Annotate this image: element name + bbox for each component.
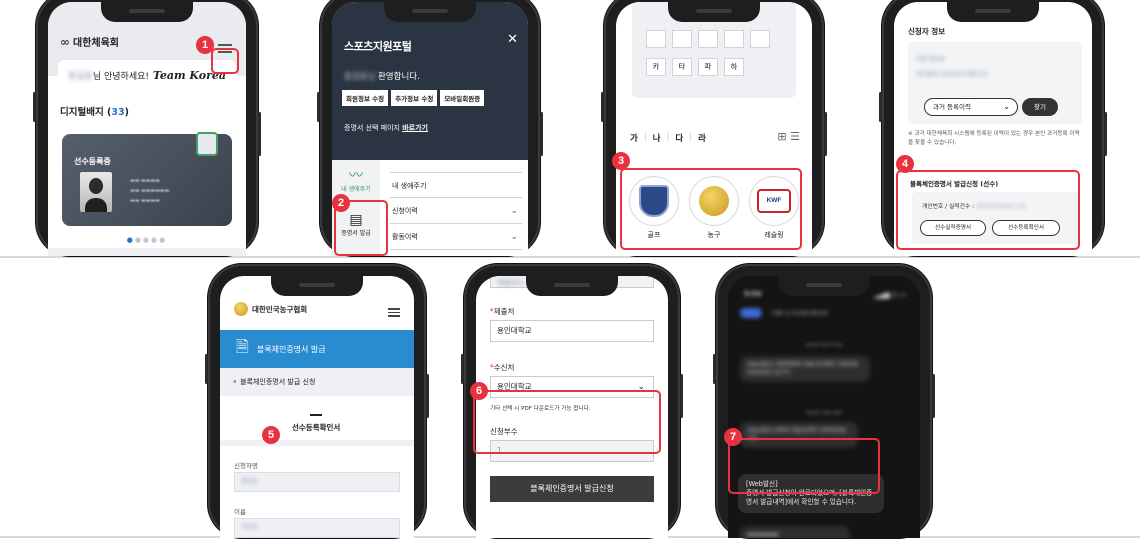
athlete-photo <box>80 172 112 212</box>
key[interactable] <box>750 30 770 48</box>
submit-to-field[interactable]: 용인대학교 <box>490 320 654 342</box>
certificate-icon: 🗎 <box>236 336 249 356</box>
menu-panel: 스포츠지원포털 ✕ 홍길동님 환영합니다. 회원정보 수정 추가정보 수정 모바… <box>332 2 528 160</box>
lifecycle-icon: 〰 <box>349 168 363 184</box>
step-badge-7: 7 <box>724 428 742 446</box>
alphabet-tabs: 가 | 나 | 다 | 라 <box>630 132 706 144</box>
chevron-down-icon: ⌄ <box>1003 102 1010 111</box>
key-pa[interactable]: 파 <box>698 58 718 76</box>
page-banner: 🗎 블록체인증명서 발급 <box>220 330 414 368</box>
step-badge-2: 2 <box>332 194 350 212</box>
tab-ra[interactable]: 라 <box>698 132 706 144</box>
highlight-sms <box>728 438 880 494</box>
badge-emblem-icon <box>196 132 218 156</box>
rings-icon: ∞ <box>60 34 70 49</box>
edit-extra-button[interactable]: 추가정보 수정 <box>391 90 438 106</box>
org-logo: ∞ 대한체육회 <box>60 34 119 50</box>
mobile-card-button[interactable]: 모바일회원증 <box>440 90 485 106</box>
assoc-header: 대한민국농구협회 <box>220 294 414 324</box>
card-details: ▬▬ ▬▬▬▬ ▬▬ ▬▬▬▬▬▬ ▬▬ ▬▬▬▬ <box>130 178 170 204</box>
basketball-logo-icon <box>234 302 248 316</box>
key[interactable] <box>646 30 666 48</box>
doc-type-tab[interactable]: 선수등록확인서 <box>292 414 340 433</box>
field2-input: 국민준 <box>234 518 400 538</box>
carousel-dots[interactable]: ●●●●● <box>48 236 246 244</box>
portal-logo: 스포츠지원포털 <box>344 40 412 53</box>
breadcrumb: ⚬ 블록체인증명서 발급 신청 <box>220 368 414 396</box>
screen-main: ∞ 대한체육회 홍길동님 안녕하세요! Team Korea 디지털배지 (33)… <box>48 2 246 256</box>
row-divider-top <box>0 256 1140 258</box>
menu-item-activity[interactable]: 활동이력 ⌄ <box>390 224 522 250</box>
tab-na[interactable]: 나 <box>653 132 661 144</box>
key-ha[interactable]: 하 <box>724 58 744 76</box>
submenu: 내 생애주기 신청이력 ⌄ 활동이력 ⌄ <box>390 172 522 250</box>
phone-step-5: 대한민국농구협회 🗎 블록체인증명서 발급 ⚬ 블록체인증명서 발급 신청 선수등… <box>205 264 429 538</box>
screen-basketball-cert: 대한민국농구협회 🗎 블록체인증명서 발급 ⚬ 블록체인증명서 발급 신청 선수등… <box>220 276 414 538</box>
key[interactable] <box>724 30 744 48</box>
athlete-card[interactable]: 선수등록증 ▬▬ ▬▬▬▬ ▬▬ ▬▬▬▬▬▬ ▬▬ ▬▬▬▬ <box>62 132 232 226</box>
menu-item-lifecycle[interactable]: 내 생애주기 <box>390 172 522 198</box>
submit-to-label: *제출처 <box>490 307 515 316</box>
highlight-cert-apply <box>896 170 1080 250</box>
status-icons: ▂▄▆ ᯤ ▭ <box>874 291 906 299</box>
edit-member-button[interactable]: 회원정보 수정 <box>342 90 389 106</box>
nav-lifecycle[interactable]: 〰 내 생애주기 <box>336 168 376 193</box>
key[interactable] <box>672 30 692 48</box>
step-badge-5: 5 <box>262 426 280 444</box>
user-name: 홍길동 <box>68 71 93 82</box>
tab-da[interactable]: 다 <box>675 132 683 144</box>
highlight-menu <box>211 48 239 74</box>
phone-step-1: ∞ 대한체육회 홍길동님 안녕하세요! Team Korea 디지털배지 (33)… <box>33 0 261 256</box>
chevron-down-icon: ⌄ <box>510 206 518 216</box>
status-time: 5:54 <box>744 290 762 298</box>
card-label: 선수등록증 <box>74 157 111 166</box>
chevron-down-icon: ⌄ <box>510 232 518 242</box>
step-badge-1: 1 <box>196 36 214 54</box>
step-badge-3: 3 <box>612 152 630 170</box>
key-ka[interactable]: 카 <box>646 58 666 76</box>
highlight-orgs <box>620 168 802 250</box>
greeting-bar: 홍길동님 안녕하세요! Team Korea <box>58 60 236 90</box>
name-label: 신청자명 <box>234 462 258 470</box>
welcome-text: 홍길동님 환영합니다. <box>344 72 420 82</box>
sms-bubble: [Web발신] 대한체육회 포털 본인확인 인증번호 [000000] 입니다. <box>740 356 870 382</box>
view-toggle: ⊞ ☰ <box>777 130 800 143</box>
back-icon[interactable] <box>740 308 762 318</box>
menu-item-history[interactable]: 신청이력 ⌄ <box>390 198 522 224</box>
find-button[interactable]: 찾기 <box>1022 98 1058 116</box>
recipient-label: *수신처 <box>490 363 515 372</box>
apply-button[interactable]: 블록체인증명서 발급신청 <box>490 476 654 502</box>
step-badge-4: 4 <box>896 155 914 173</box>
field2-label: 이름 <box>234 508 246 516</box>
greeting-text: 님 안녕하세요! <box>92 71 149 82</box>
key-ta[interactable]: 타 <box>672 58 692 76</box>
step-badge-6: 6 <box>470 382 488 400</box>
digital-badge-title: 디지털배지 (33) <box>60 107 129 118</box>
tab-ga[interactable]: 가 <box>630 132 638 144</box>
key[interactable] <box>698 30 718 48</box>
hamburger-menu-icon[interactable] <box>388 306 400 319</box>
grid-view-icon[interactable]: ⊞ <box>777 130 786 143</box>
info-note: ※ 과거 대한체육회 시스템에 등록된 이력이 있는 경우 본인 과거등록 이력… <box>908 131 1080 146</box>
section-title: 신청자 정보 <box>908 27 946 36</box>
list-view-icon[interactable]: ☰ <box>790 130 800 143</box>
screen-sms: 5:54 ▂▄▆ ᯤ ▭ +82 2-2144-8114 ▬▬▬ ▬▬ ▬▬ [… <box>728 276 920 538</box>
history-select[interactable]: 과거 등록이력 ⌄ <box>924 98 1018 116</box>
phone-step-7: 5:54 ▂▄▆ ᯤ ▭ +82 2-2144-8114 ▬▬▬ ▬▬ ▬▬ [… <box>713 264 935 538</box>
sms-header: +82 2-2144-8114 <box>728 308 920 324</box>
name-field: 홍길동 <box>234 472 400 492</box>
account-buttons: 회원정보 수정 추가정보 수정 모바일회원증 <box>342 90 485 106</box>
cert-shortcut[interactable]: 증명서 선택 페이지 바로가기 <box>344 123 428 133</box>
highlight-recipient <box>473 390 661 454</box>
close-icon[interactable]: ✕ <box>507 32 518 47</box>
